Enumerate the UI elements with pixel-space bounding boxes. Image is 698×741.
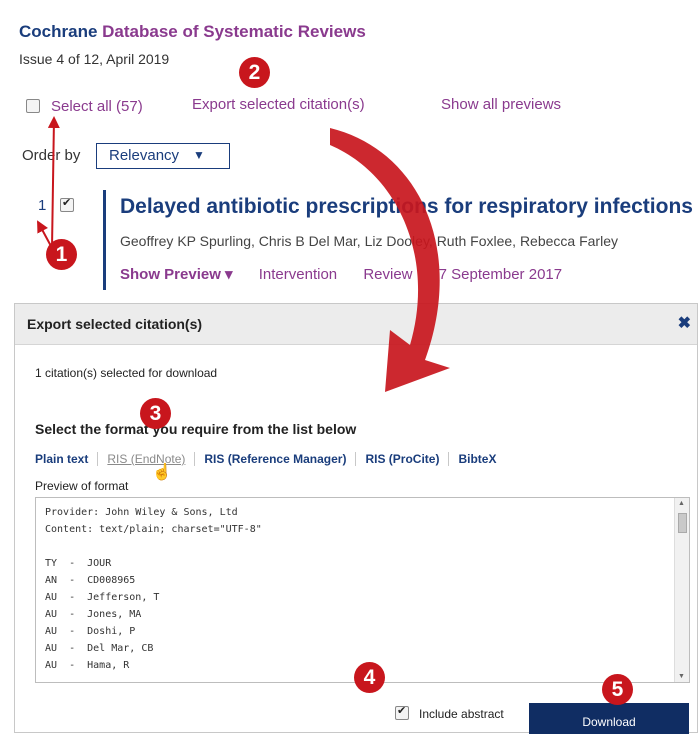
step-2-badge: 2 <box>239 57 270 88</box>
include-abstract-label: Include abstract <box>419 707 504 721</box>
database-title: Cochrane Database of Systematic Reviews <box>19 22 366 42</box>
dialog-header: Export selected citation(s) ✖ <box>15 304 697 345</box>
brand-name: Cochrane <box>19 22 98 41</box>
caret-down-icon: ▼ <box>193 148 205 162</box>
tab-divider <box>97 452 99 466</box>
scroll-thumb[interactable] <box>678 513 687 533</box>
download-button[interactable]: Download <box>529 703 689 734</box>
review-date: 7 September 2017 <box>438 266 563 283</box>
order-by-value: Relevancy <box>109 147 180 164</box>
format-ris-endnote[interactable]: RIS (EndNote) <box>107 452 185 466</box>
format-ris-procite[interactable]: RIS (ProCite) <box>365 452 439 466</box>
step-3-badge: 3 <box>140 398 171 429</box>
selection-toolbar: Select all (57) Export selected citation… <box>22 96 682 118</box>
step-5-badge: 5 <box>602 674 633 705</box>
format-ris-reference-manager[interactable]: RIS (Reference Manager) <box>204 452 346 466</box>
order-by-select[interactable]: Relevancy ▼ <box>96 143 230 169</box>
preview-content: Provider: John Wiley & Sons, Ltd Content… <box>45 507 262 671</box>
tab-divider <box>194 452 196 466</box>
include-abstract-checkbox[interactable] <box>395 704 409 720</box>
result-number: 1 <box>38 197 47 214</box>
result-item: 1 Delayed antibiotic prescriptions for r… <box>0 185 698 293</box>
search-results-panel: Cochrane Database of Systematic Reviews … <box>0 0 698 293</box>
format-bibtex[interactable]: BibteX <box>458 452 496 466</box>
result-accent-bar <box>103 190 106 290</box>
scroll-up-icon[interactable]: ▲ <box>678 500 685 507</box>
preview-scrollbar[interactable]: ▲ ▼ <box>674 498 689 682</box>
result-meta: Show Preview ▾ Intervention Review 7 Sep… <box>120 265 562 283</box>
preview-label: Preview of format <box>35 479 129 493</box>
export-selected-link[interactable]: Export selected citation(s) <box>192 96 365 113</box>
format-heading: Select the format you require from the l… <box>35 421 357 437</box>
scroll-down-icon[interactable]: ▼ <box>678 673 685 680</box>
dialog-title: Export selected citation(s) <box>27 316 203 332</box>
format-tabs: Plain text RIS (EndNote) RIS (Reference Ma… <box>35 452 496 466</box>
result-title-link[interactable]: Delayed antibiotic prescriptions for res… <box>120 195 693 219</box>
tab-divider <box>448 452 450 466</box>
review-type: Intervention <box>258 266 338 283</box>
selected-count: 1 citation(s) selected for download <box>35 366 218 380</box>
format-plain-text[interactable]: Plain text <box>35 452 88 466</box>
database-name: Database of Systematic Reviews <box>102 22 366 41</box>
close-icon[interactable]: ✖ <box>678 313 691 333</box>
step-1-badge: 1 <box>46 239 77 270</box>
hand-cursor-icon: ☝ <box>152 464 172 481</box>
select-all-link[interactable]: Select all (57) <box>51 98 143 115</box>
show-preview-button[interactable]: Show Preview ▾ <box>120 266 233 283</box>
review-status: Review <box>363 266 413 283</box>
tab-divider <box>355 452 357 466</box>
issue-info: Issue 4 of 12, April 2019 <box>19 51 170 67</box>
result-checkbox[interactable] <box>60 196 74 212</box>
format-preview-textarea[interactable]: Provider: John Wiley & Sons, Ltd Content… <box>35 497 690 683</box>
result-authors: Geoffrey KP Spurling, Chris B Del Mar, L… <box>120 233 618 249</box>
show-all-previews-link[interactable]: Show all previews <box>441 96 561 113</box>
step-4-badge: 4 <box>354 662 385 693</box>
order-by-label: Order by <box>22 147 81 164</box>
select-all-checkbox[interactable] <box>26 99 40 113</box>
